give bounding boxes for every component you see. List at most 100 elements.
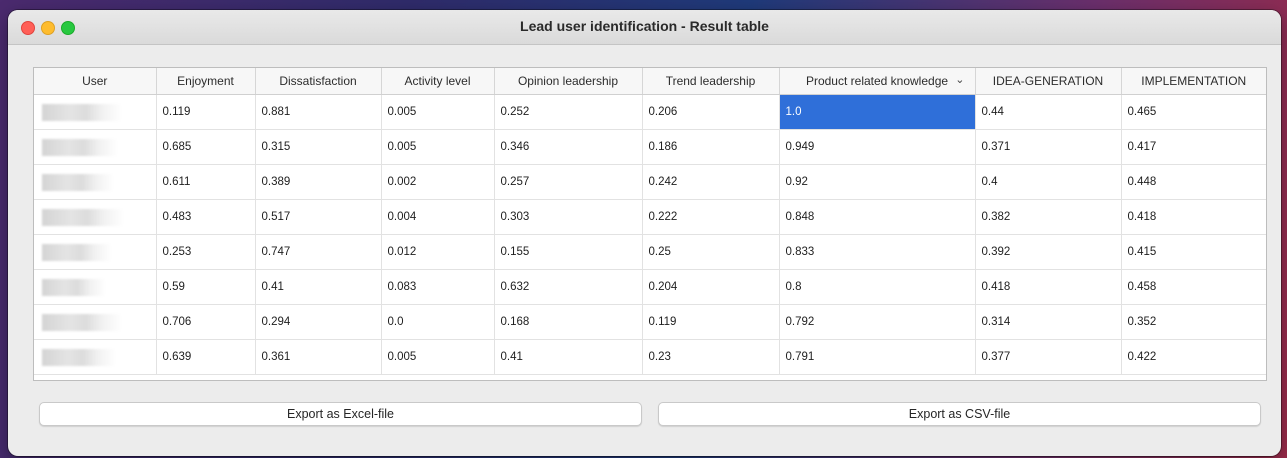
column-header-idea-generation[interactable]: IDEA-GENERATION bbox=[975, 68, 1122, 95]
column-header-dissatisfaction[interactable]: Dissatisfaction bbox=[255, 68, 382, 95]
column-header-trend-leadership[interactable]: Trend leadership bbox=[642, 68, 780, 95]
table-cell[interactable]: 0.415 bbox=[1121, 234, 1266, 270]
chevron-down-icon[interactable]: ⌄ bbox=[955, 73, 964, 86]
redacted-user-name bbox=[42, 314, 122, 331]
table-cell[interactable]: 0.315 bbox=[255, 129, 382, 165]
column-header-product-related-knowledge[interactable]: Product related knowledge ⌄ bbox=[779, 68, 976, 95]
user-cell-redacted[interactable] bbox=[34, 94, 157, 130]
table-cell[interactable]: 0.012 bbox=[381, 234, 495, 270]
table-cell[interactable]: 0.242 bbox=[642, 164, 780, 200]
table-cell[interactable]: 0.377 bbox=[975, 339, 1122, 375]
table-cell[interactable]: 0.791 bbox=[779, 339, 976, 375]
table-cell[interactable]: 0.685 bbox=[156, 129, 256, 165]
table-cell[interactable]: 0.002 bbox=[381, 164, 495, 200]
table-cell[interactable]: 0.252 bbox=[494, 94, 643, 130]
table-cell[interactable]: 0.155 bbox=[494, 234, 643, 270]
table-cell[interactable]: 0.186 bbox=[642, 129, 780, 165]
table-cell[interactable]: 0.44 bbox=[975, 94, 1122, 130]
user-cell-redacted[interactable] bbox=[34, 234, 157, 270]
table-row[interactable]: 0.119 0.881 0.005 0.252 0.206 1.0 0.44 0.465 bbox=[34, 94, 1266, 130]
redacted-user-name bbox=[42, 349, 116, 366]
table-cell[interactable]: 0.0 bbox=[381, 304, 495, 340]
table-cell[interactable]: 0.833 bbox=[779, 234, 976, 270]
table-cell-selected[interactable]: 1.0 bbox=[779, 94, 976, 130]
table-cell[interactable]: 0.422 bbox=[1121, 339, 1266, 375]
table-cell[interactable]: 0.41 bbox=[255, 269, 382, 305]
column-header-implementation[interactable]: IMPLEMENTATION bbox=[1121, 68, 1266, 95]
table-cell[interactable]: 0.206 bbox=[642, 94, 780, 130]
user-cell-redacted[interactable] bbox=[34, 164, 157, 200]
table-cell[interactable]: 0.706 bbox=[156, 304, 256, 340]
table-cell[interactable]: 0.4 bbox=[975, 164, 1122, 200]
redacted-user-name bbox=[42, 209, 124, 226]
table-cell[interactable]: 0.346 bbox=[494, 129, 643, 165]
table-cell[interactable]: 0.417 bbox=[1121, 129, 1266, 165]
table-cell[interactable]: 0.382 bbox=[975, 199, 1122, 235]
table-cell[interactable]: 0.483 bbox=[156, 199, 256, 235]
result-table: User Enjoyment Dissatisfaction Activity … bbox=[34, 68, 1266, 375]
table-row[interactable]: 0.483 0.517 0.004 0.303 0.222 0.848 0.382 0.418 bbox=[34, 199, 1266, 235]
table-cell[interactable]: 0.41 bbox=[494, 339, 643, 375]
table-cell[interactable]: 0.005 bbox=[381, 94, 495, 130]
column-header-opinion-leadership[interactable]: Opinion leadership bbox=[494, 68, 643, 95]
table-cell[interactable]: 0.448 bbox=[1121, 164, 1266, 200]
table-cell[interactable]: 0.361 bbox=[255, 339, 382, 375]
table-cell[interactable]: 0.25 bbox=[642, 234, 780, 270]
column-header-activity-level[interactable]: Activity level bbox=[381, 68, 495, 95]
table-cell[interactable]: 0.59 bbox=[156, 269, 256, 305]
table-cell[interactable]: 0.294 bbox=[255, 304, 382, 340]
user-cell-redacted[interactable] bbox=[34, 129, 157, 165]
table-cell[interactable]: 0.119 bbox=[156, 94, 256, 130]
table-cell[interactable]: 0.747 bbox=[255, 234, 382, 270]
table-cell[interactable]: 0.611 bbox=[156, 164, 256, 200]
table-cell[interactable]: 0.005 bbox=[381, 339, 495, 375]
user-cell-redacted[interactable] bbox=[34, 339, 157, 375]
table-cell[interactable]: 0.517 bbox=[255, 199, 382, 235]
table-cell[interactable]: 0.8 bbox=[779, 269, 976, 305]
table-cell[interactable]: 0.204 bbox=[642, 269, 780, 305]
table-cell[interactable]: 0.632 bbox=[494, 269, 643, 305]
table-cell[interactable]: 0.881 bbox=[255, 94, 382, 130]
table-cell[interactable]: 0.253 bbox=[156, 234, 256, 270]
table-row[interactable]: 0.59 0.41 0.083 0.632 0.204 0.8 0.418 0.458 bbox=[34, 269, 1266, 305]
export-csv-button[interactable]: Export as CSV-file bbox=[658, 402, 1261, 426]
table-cell[interactable]: 0.352 bbox=[1121, 304, 1266, 340]
table-cell[interactable]: 0.083 bbox=[381, 269, 495, 305]
user-cell-redacted[interactable] bbox=[34, 304, 157, 340]
table-cell[interactable]: 0.639 bbox=[156, 339, 256, 375]
table-cell[interactable]: 0.92 bbox=[779, 164, 976, 200]
table-cell[interactable]: 0.458 bbox=[1121, 269, 1266, 305]
table-cell[interactable]: 0.418 bbox=[1121, 199, 1266, 235]
table-row[interactable]: 0.639 0.361 0.005 0.41 0.23 0.791 0.377 0.422 bbox=[34, 339, 1266, 375]
table-row[interactable]: 0.685 0.315 0.005 0.346 0.186 0.949 0.371 0.417 bbox=[34, 129, 1266, 165]
table-row[interactable]: 0.706 0.294 0.0 0.168 0.119 0.792 0.314 0.352 bbox=[34, 304, 1266, 340]
table-cell[interactable]: 0.257 bbox=[494, 164, 643, 200]
table-cell[interactable]: 0.465 bbox=[1121, 94, 1266, 130]
table-cell[interactable]: 0.119 bbox=[642, 304, 780, 340]
table-cell[interactable]: 0.168 bbox=[494, 304, 643, 340]
export-excel-button[interactable]: Export as Excel-file bbox=[39, 402, 642, 426]
table-row[interactable]: 0.253 0.747 0.012 0.155 0.25 0.833 0.392 0.415 bbox=[34, 234, 1266, 270]
table-header-row: User Enjoyment Dissatisfaction Activity … bbox=[34, 68, 1266, 95]
table-cell[interactable]: 0.848 bbox=[779, 199, 976, 235]
user-cell-redacted[interactable] bbox=[34, 199, 157, 235]
table-cell[interactable]: 0.222 bbox=[642, 199, 780, 235]
table-cell[interactable]: 0.371 bbox=[975, 129, 1122, 165]
column-header-enjoyment[interactable]: Enjoyment bbox=[156, 68, 256, 95]
table-cell[interactable]: 0.303 bbox=[494, 199, 643, 235]
app-window: Lead user identification - Result table … bbox=[8, 10, 1281, 456]
table-cell[interactable]: 0.418 bbox=[975, 269, 1122, 305]
table-cell[interactable]: 0.005 bbox=[381, 129, 495, 165]
table-cell[interactable]: 0.392 bbox=[975, 234, 1122, 270]
table-cell[interactable]: 0.949 bbox=[779, 129, 976, 165]
table-cell[interactable]: 0.314 bbox=[975, 304, 1122, 340]
column-header-user[interactable]: User bbox=[34, 68, 157, 95]
result-table-container[interactable]: User Enjoyment Dissatisfaction Activity … bbox=[33, 67, 1267, 381]
user-cell-redacted[interactable] bbox=[34, 269, 157, 305]
table-cell[interactable]: 0.389 bbox=[255, 164, 382, 200]
redacted-user-name bbox=[42, 244, 112, 261]
table-row[interactable]: 0.611 0.389 0.002 0.257 0.242 0.92 0.4 0.448 bbox=[34, 164, 1266, 200]
table-cell[interactable]: 0.792 bbox=[779, 304, 976, 340]
table-cell[interactable]: 0.004 bbox=[381, 199, 495, 235]
table-cell[interactable]: 0.23 bbox=[642, 339, 780, 375]
